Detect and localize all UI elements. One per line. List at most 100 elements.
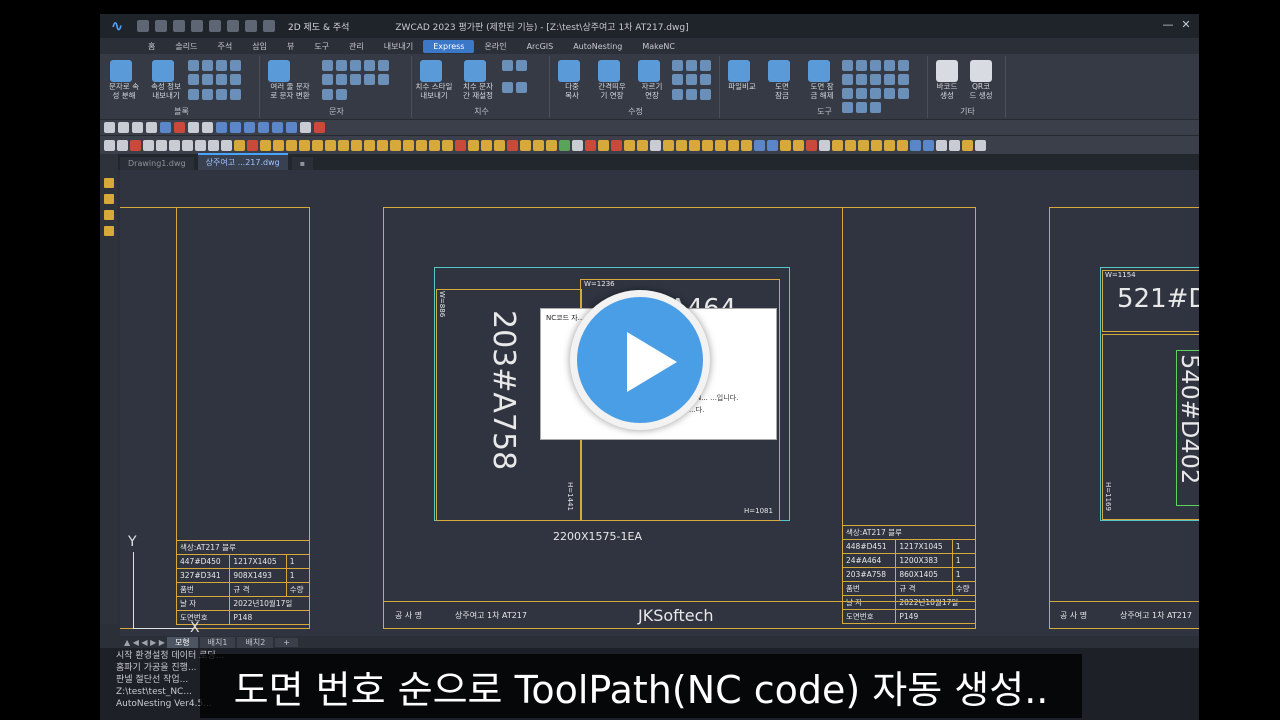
tools-tool-icon[interactable]	[870, 60, 881, 71]
modify-tool-icon[interactable]	[700, 74, 711, 86]
toolbar-icon[interactable]	[468, 139, 479, 151]
toolbar-icon[interactable]	[156, 139, 167, 151]
toolbar-icon[interactable]	[793, 139, 804, 151]
dimension-tool-icon[interactable]	[502, 60, 513, 71]
block-tool-icon[interactable]	[216, 60, 227, 71]
toolbar-icon[interactable]	[364, 139, 375, 151]
toolbar-icon[interactable]	[117, 139, 128, 151]
toolbar-icon[interactable]	[494, 139, 505, 151]
tab-model[interactable]: 모형	[166, 636, 198, 648]
toolbar-icon[interactable]	[819, 139, 830, 151]
toolbar-icon[interactable]	[936, 139, 947, 151]
toolbar-icon[interactable]	[754, 139, 765, 151]
new-file-icon[interactable]	[137, 20, 149, 32]
toolbar-icon[interactable]	[244, 122, 255, 133]
modify-tool-icon[interactable]	[672, 60, 683, 71]
toolbar-icon[interactable]	[247, 139, 258, 151]
toolbar-icon[interactable]	[715, 139, 726, 151]
toolbar-icon[interactable]	[520, 139, 531, 151]
dimension-tool-icon[interactable]	[502, 81, 513, 93]
toolbar-icon[interactable]	[949, 139, 960, 151]
barcode-button[interactable]: 바코드 생성	[930, 58, 964, 100]
toolbar-icon[interactable]	[871, 139, 882, 151]
export-attributes-button[interactable]: 속성 정보 내보내기	[146, 58, 186, 100]
toolbar-icon[interactable]	[559, 139, 570, 151]
tab-autonesting[interactable]: AutoNesting	[563, 40, 632, 53]
tools-tool-icon[interactable]	[898, 88, 909, 99]
text-tool-icon[interactable]	[364, 60, 375, 71]
toolbar-icon[interactable]	[481, 139, 492, 151]
toolbar-icon[interactable]	[182, 139, 193, 151]
toolbar-icon[interactable]	[221, 139, 232, 151]
toolbar-icon[interactable]	[351, 139, 362, 151]
close-icon[interactable]: ✕	[1179, 18, 1193, 32]
toolbar-icon[interactable]	[585, 139, 596, 151]
open-file-icon[interactable]	[155, 20, 167, 32]
toolbar-icon[interactable]	[160, 122, 171, 133]
text-tool-icon[interactable]	[350, 60, 361, 71]
tab-solid[interactable]: 솔리드	[165, 39, 207, 54]
text-tool-icon[interactable]	[322, 74, 333, 86]
modify-tool-icon[interactable]	[686, 74, 697, 86]
tools-tool-icon[interactable]	[898, 60, 909, 71]
toolbar-icon[interactable]	[962, 139, 973, 151]
toolbar-icon[interactable]	[188, 122, 199, 133]
toolbar-icon[interactable]	[455, 139, 466, 151]
dimension-tool-icon[interactable]	[516, 81, 527, 93]
qrcode-button[interactable]: QR코 드 생성	[964, 58, 998, 100]
nav-arrows-icon[interactable]: ▲ ◀ ◀ ▶ ▶	[124, 638, 165, 647]
tab-export[interactable]: 내보내기	[374, 39, 423, 54]
multiple-copy-button[interactable]: 다중 복사	[552, 58, 592, 100]
drawing-unlock-button[interactable]: 도면 잠 금 해제	[802, 58, 842, 113]
tools-tool-icon[interactable]	[842, 74, 853, 85]
toolbar-icon[interactable]	[273, 139, 284, 151]
modify-tool-icon[interactable]	[700, 60, 711, 71]
toolbar-icon[interactable]	[767, 139, 778, 151]
tools-tool-icon[interactable]	[870, 88, 881, 99]
toolbar-icon[interactable]	[702, 139, 713, 151]
block-tool-icon[interactable]	[188, 88, 199, 100]
toolbar-icon[interactable]	[611, 139, 622, 151]
file-compare-button[interactable]: 파일비교	[722, 58, 762, 113]
toolbar-icon[interactable]	[572, 139, 583, 151]
plot-icon[interactable]	[227, 20, 239, 32]
block-tool-icon[interactable]	[230, 60, 241, 71]
text-tool-icon[interactable]	[322, 88, 333, 100]
toolbar-icon[interactable]	[314, 122, 325, 133]
block-tool-icon[interactable]	[188, 74, 199, 86]
undo-icon[interactable]	[245, 20, 257, 32]
tab-layout2[interactable]: 배치2	[237, 636, 274, 648]
tools-tool-icon[interactable]	[884, 88, 895, 99]
toolbar-icon[interactable]	[741, 139, 752, 151]
toolbar-icon[interactable]	[104, 122, 115, 133]
tab-arcgis[interactable]: ArcGIS	[517, 40, 564, 53]
block-tool-icon[interactable]	[202, 88, 213, 100]
toolbar-icon[interactable]	[806, 139, 817, 151]
tab-insert[interactable]: 삽입	[242, 39, 277, 54]
tools-tool-icon[interactable]	[870, 74, 881, 85]
toolbar-icon[interactable]	[143, 139, 154, 151]
modify-tool-icon[interactable]	[686, 88, 697, 100]
toolbar-icon[interactable]	[258, 122, 269, 133]
trim-extend-button[interactable]: 자르기 연장	[632, 58, 672, 100]
block-tool-icon[interactable]	[216, 74, 227, 86]
toolbar-icon[interactable]	[130, 139, 141, 151]
add-layout-tab[interactable]: +	[275, 637, 298, 647]
tab-drawing1[interactable]: Drawing1.dwg	[120, 157, 194, 170]
draw-tool-icon[interactable]	[104, 178, 114, 188]
toolbar-icon[interactable]	[230, 122, 241, 133]
block-tool-icon[interactable]	[230, 74, 241, 86]
toolbar-icon[interactable]	[300, 122, 311, 133]
tab-current-drawing[interactable]: 상주여고 ...217.dwg	[197, 153, 288, 170]
play-button[interactable]	[570, 290, 710, 430]
toolbar-icon[interactable]	[260, 139, 271, 151]
toolbar-icon[interactable]	[118, 122, 129, 133]
text-tool-icon[interactable]	[350, 74, 361, 86]
toolbar-icon[interactable]	[286, 122, 297, 133]
toolbar-icon[interactable]	[286, 139, 297, 151]
block-tool-icon[interactable]	[202, 60, 213, 71]
toolbar-icon[interactable]	[208, 139, 219, 151]
tools-tool-icon[interactable]	[898, 74, 909, 85]
text-tool-icon[interactable]	[378, 60, 389, 71]
offset-extend-button[interactable]: 간격띄우 기 연장	[592, 58, 632, 100]
